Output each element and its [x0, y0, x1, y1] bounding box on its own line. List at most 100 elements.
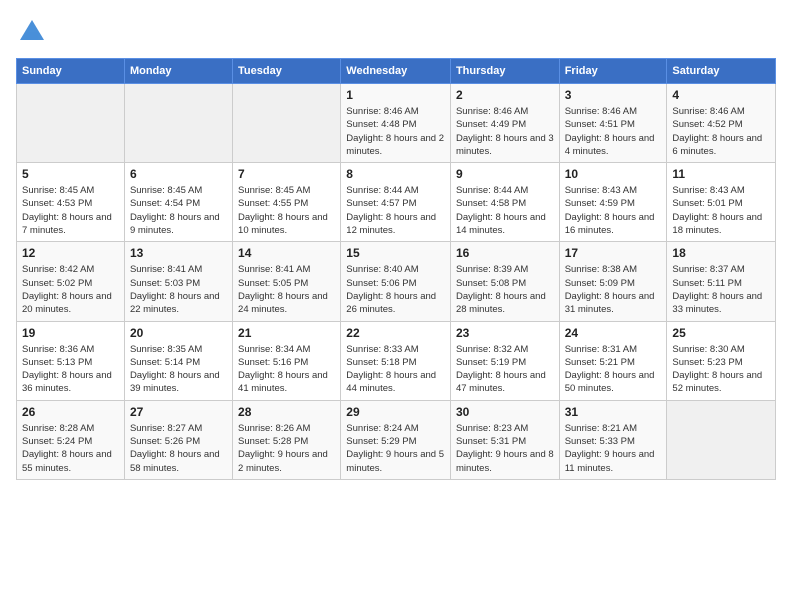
day-info: Sunrise: 8:38 AMSunset: 5:09 PMDaylight:… [565, 263, 662, 316]
weekday-header-wednesday: Wednesday [341, 59, 451, 84]
day-info-line: Daylight: 8 hours and 10 minutes. [238, 211, 335, 238]
calendar-cell: 2 Sunrise: 8:46 AMSunset: 4:49 PMDaylight… [450, 84, 559, 163]
day-info-line: Daylight: 8 hours and 14 minutes. [456, 211, 554, 238]
day-info-line: Sunrise: 8:23 AM [456, 422, 554, 435]
day-number: 17 [565, 246, 662, 260]
calendar-cell: 21Sunrise: 8:34 AMSunset: 5:16 PMDayligh… [233, 321, 341, 400]
day-number: 14 [238, 246, 335, 260]
day-info-line: Sunrise: 8:45 AM [130, 184, 227, 197]
day-info-line: Sunrise: 8:32 AM [456, 343, 554, 356]
day-info-line: Sunset: 5:14 PM [130, 356, 227, 369]
weekday-header-monday: Monday [124, 59, 232, 84]
day-info-line: Daylight: 9 hours and 2 minutes. [238, 448, 335, 475]
calendar-cell: 16Sunrise: 8:39 AMSunset: 5:08 PMDayligh… [450, 242, 559, 321]
day-info-line: Sunset: 5:18 PM [346, 356, 445, 369]
day-info-line: Sunrise: 8:35 AM [130, 343, 227, 356]
day-info: Sunrise: 8:46 AMSunset: 4:48 PMDaylight:… [346, 105, 445, 158]
day-info-line: Daylight: 8 hours and 20 minutes. [22, 290, 119, 317]
day-info: Sunrise: 8:46 AMSunset: 4:51 PMDaylight:… [565, 105, 662, 158]
calendar-cell: 9Sunrise: 8:44 AMSunset: 4:58 PMDaylight… [450, 163, 559, 242]
day-info-line: Sunset: 5:01 PM [672, 197, 770, 210]
logo [16, 16, 52, 48]
day-info: Sunrise: 8:21 AMSunset: 5:33 PMDaylight:… [565, 422, 662, 475]
day-info-line: Sunrise: 8:26 AM [238, 422, 335, 435]
calendar-cell: 18Sunrise: 8:37 AMSunset: 5:11 PMDayligh… [667, 242, 776, 321]
day-info-line: Sunrise: 8:21 AM [565, 422, 662, 435]
day-number: 31 [565, 405, 662, 419]
day-info-line: Sunset: 5:23 PM [672, 356, 770, 369]
day-info-line: Daylight: 8 hours and 50 minutes. [565, 369, 662, 396]
calendar-cell: 3Sunrise: 8:46 AMSunset: 4:51 PMDaylight… [559, 84, 667, 163]
calendar-cell: 28 Sunrise: 8:26 AMSunset: 5:28 PMDayligh… [233, 400, 341, 479]
calendar-week-3: 12Sunrise: 8:42 AMSunset: 5:02 PMDayligh… [17, 242, 776, 321]
day-info-line: Sunset: 4:54 PM [130, 197, 227, 210]
day-info-line: Sunset: 5:24 PM [22, 435, 119, 448]
day-number: 4 [672, 88, 770, 102]
day-info: Sunrise: 8:43 AMSunset: 5:01 PMDaylight:… [672, 184, 770, 237]
day-info-line: Daylight: 8 hours and 55 minutes. [22, 448, 119, 475]
day-info-line: Daylight: 8 hours and 31 minutes. [565, 290, 662, 317]
day-info-line: Sunrise: 8:40 AM [346, 263, 445, 276]
day-info-line: Daylight: 8 hours and 6 minutes. [672, 132, 770, 159]
day-info-line: Sunrise: 8:41 AM [130, 263, 227, 276]
day-info-line: Daylight: 8 hours and 28 minutes. [456, 290, 554, 317]
day-number: 13 [130, 246, 227, 260]
day-number: 26 [22, 405, 119, 419]
day-info-line: Sunrise: 8:38 AM [565, 263, 662, 276]
day-info-line: Sunrise: 8:46 AM [456, 105, 554, 118]
day-info-line: Sunset: 4:49 PM [456, 118, 554, 131]
calendar-cell [233, 84, 341, 163]
calendar-cell: 5Sunrise: 8:45 AMSunset: 4:53 PMDaylight… [17, 163, 125, 242]
calendar: SundayMondayTuesdayWednesdayThursdayFrid… [16, 58, 776, 480]
day-info-line: Sunrise: 8:41 AM [238, 263, 335, 276]
day-info-line: Daylight: 8 hours and 33 minutes. [672, 290, 770, 317]
calendar-cell: 6Sunrise: 8:45 AMSunset: 4:54 PMDaylight… [124, 163, 232, 242]
day-number: 10 [565, 167, 662, 181]
calendar-cell: 29Sunrise: 8:24 AMSunset: 5:29 PMDayligh… [341, 400, 451, 479]
day-info-line: Sunset: 5:28 PM [238, 435, 335, 448]
day-info-line: Sunrise: 8:34 AM [238, 343, 335, 356]
weekday-header-thursday: Thursday [450, 59, 559, 84]
day-number: 27 [130, 405, 227, 419]
day-number: 2 [456, 88, 554, 102]
day-info-line: Sunset: 5:26 PM [130, 435, 227, 448]
calendar-cell [17, 84, 125, 163]
day-info-line: Daylight: 8 hours and 24 minutes. [238, 290, 335, 317]
day-number: 24 [565, 326, 662, 340]
day-info-line: Daylight: 8 hours and 36 minutes. [22, 369, 119, 396]
day-info-line: Daylight: 8 hours and 58 minutes. [130, 448, 227, 475]
day-info: Sunrise: 8:28 AMSunset: 5:24 PMDaylight:… [22, 422, 119, 475]
day-number: 12 [22, 246, 119, 260]
day-info: Sunrise: 8:40 AMSunset: 5:06 PMDaylight:… [346, 263, 445, 316]
day-info: Sunrise: 8:33 AMSunset: 5:18 PMDaylight:… [346, 343, 445, 396]
day-info-line: Sunrise: 8:45 AM [22, 184, 119, 197]
calendar-cell: 25Sunrise: 8:30 AMSunset: 5:23 PMDayligh… [667, 321, 776, 400]
day-info-line: Sunset: 5:09 PM [565, 277, 662, 290]
day-info: Sunrise: 8:46 AMSunset: 4:49 PMDaylight:… [456, 105, 554, 158]
day-info-line: Daylight: 8 hours and 7 minutes. [22, 211, 119, 238]
calendar-cell: 24 Sunrise: 8:31 AMSunset: 5:21 PMDayligh… [559, 321, 667, 400]
day-info: Sunrise: 8:31 AMSunset: 5:21 PMDaylight:… [565, 343, 662, 396]
day-info-line: Daylight: 9 hours and 8 minutes. [456, 448, 554, 475]
day-number: 28 [238, 405, 335, 419]
weekday-header-saturday: Saturday [667, 59, 776, 84]
day-info: Sunrise: 8:41 AMSunset: 5:05 PMDaylight:… [238, 263, 335, 316]
day-info-line: Sunset: 5:19 PM [456, 356, 554, 369]
day-info-line: Sunrise: 8:31 AM [565, 343, 662, 356]
day-info-line: Sunrise: 8:27 AM [130, 422, 227, 435]
calendar-cell: 30Sunrise: 8:23 AMSunset: 5:31 PMDayligh… [450, 400, 559, 479]
day-info-line: Sunset: 4:48 PM [346, 118, 445, 131]
day-info-line: Sunset: 5:11 PM [672, 277, 770, 290]
day-number: 1 [346, 88, 445, 102]
page-header [16, 16, 776, 48]
day-info-line: Daylight: 8 hours and 41 minutes. [238, 369, 335, 396]
calendar-cell: 8Sunrise: 8:44 AMSunset: 4:57 PMDaylight… [341, 163, 451, 242]
calendar-week-2: 5Sunrise: 8:45 AMSunset: 4:53 PMDaylight… [17, 163, 776, 242]
day-info-line: Daylight: 8 hours and 44 minutes. [346, 369, 445, 396]
day-info-line: Sunrise: 8:24 AM [346, 422, 445, 435]
day-info-line: Sunrise: 8:42 AM [22, 263, 119, 276]
day-info-line: Daylight: 8 hours and 39 minutes. [130, 369, 227, 396]
day-info-line: Sunset: 5:08 PM [456, 277, 554, 290]
day-number: 22 [346, 326, 445, 340]
day-info: Sunrise: 8:26 AMSunset: 5:28 PMDaylight:… [238, 422, 335, 475]
